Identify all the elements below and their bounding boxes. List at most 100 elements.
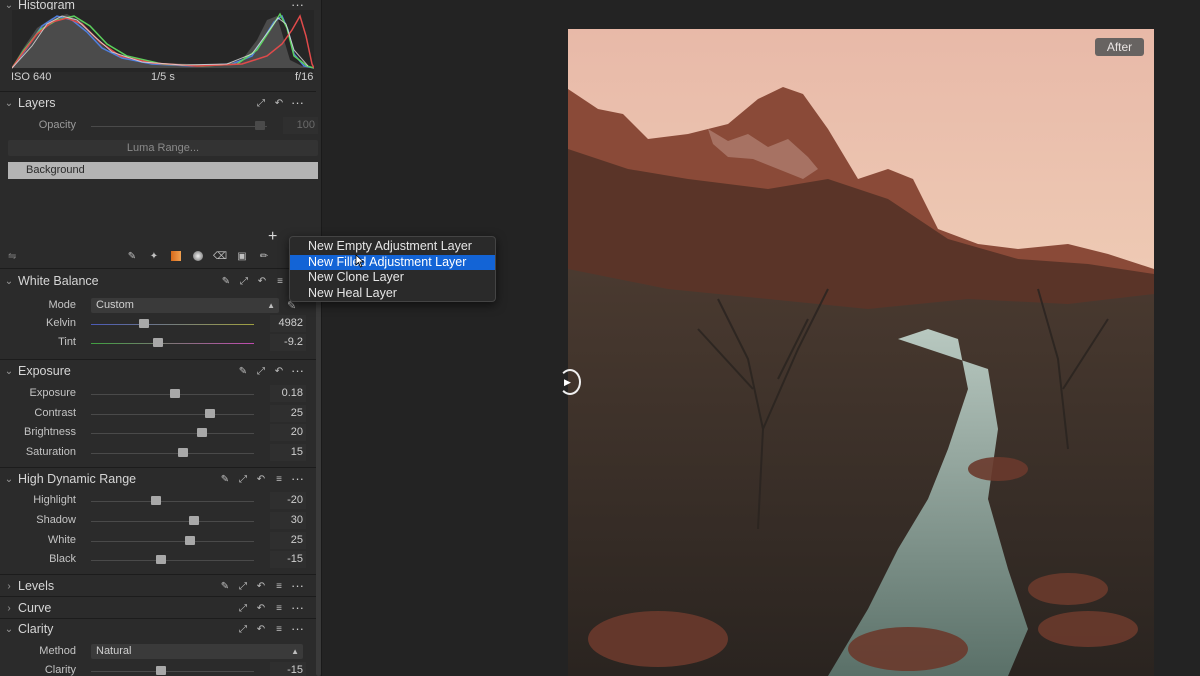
contrast-slider[interactable]	[91, 414, 254, 415]
eraser-icon[interactable]: ⌫	[213, 250, 227, 262]
menu-item-new-clone-layer[interactable]: New Clone Layer	[290, 270, 495, 286]
clarity-header[interactable]: ⌄ Clarity ⤢ ↶ ≡ ···	[0, 618, 316, 640]
tint-thumb[interactable]	[153, 338, 163, 347]
shadow-value[interactable]: 30	[270, 512, 306, 529]
brightness-slider[interactable]	[91, 433, 254, 434]
pencil-icon[interactable]: ✎	[237, 365, 249, 377]
eyedropper-icon[interactable]: ✎	[220, 275, 232, 287]
curve-header[interactable]: › Curve ⤢ ↶ ≡ ···	[0, 597, 316, 619]
copy-apply-icon[interactable]: ⤢	[238, 275, 250, 287]
opacity-value[interactable]: 100	[283, 117, 318, 134]
more-dots-icon[interactable]: ···	[291, 0, 304, 11]
chevron-right-icon[interactable]: ›	[0, 581, 18, 592]
linear-gradient-icon[interactable]	[170, 250, 182, 262]
highlight-slider[interactable]	[91, 501, 254, 502]
white-value[interactable]: 25	[270, 532, 306, 549]
tint-value[interactable]: -9.2	[270, 334, 306, 351]
copy-apply-icon[interactable]: ⤢	[237, 623, 249, 635]
highlight-value[interactable]: -20	[270, 492, 306, 509]
black-thumb[interactable]	[156, 555, 166, 564]
layer-background[interactable]: Background	[8, 162, 318, 179]
chevron-down-icon[interactable]: ⌄	[0, 366, 18, 377]
clarity-slider[interactable]	[91, 671, 254, 672]
after-badge[interactable]: After	[1095, 38, 1144, 56]
panel-scrollbar[interactable]	[316, 270, 321, 676]
tint-slider[interactable]	[91, 343, 254, 344]
reset-icon[interactable]: ↶	[256, 275, 268, 287]
stamp-icon[interactable]: ▣	[236, 250, 248, 262]
copy-apply-icon[interactable]: ⤢	[255, 365, 267, 377]
highlight-thumb[interactable]	[151, 496, 161, 505]
copy-apply-icon[interactable]: ⤢	[237, 602, 249, 614]
reset-icon[interactable]: ↶	[255, 473, 267, 485]
more-dots-icon[interactable]: ···	[291, 622, 304, 635]
more-dots-icon[interactable]: ···	[291, 96, 304, 109]
exposure-header[interactable]: ⌄ Exposure ✎ ⤢ ↶ ···	[0, 360, 316, 382]
presets-icon[interactable]: ≡	[274, 275, 286, 287]
contrast-thumb[interactable]	[205, 409, 215, 418]
reset-icon[interactable]: ↶	[273, 365, 285, 377]
pencil-icon[interactable]: ✎	[219, 473, 231, 485]
menu-item-new-empty-adjustment-layer[interactable]: New Empty Adjustment Layer	[290, 239, 495, 255]
saturation-thumb[interactable]	[178, 448, 188, 457]
more-dots-icon[interactable]: ···	[291, 579, 304, 592]
exposure-value[interactable]: 0.18	[270, 385, 306, 402]
saturation-slider[interactable]	[91, 453, 254, 454]
menu-item-new-filled-adjustment-layer[interactable]: New Filled Adjustment Layer	[290, 254, 495, 270]
hdr-header[interactable]: ⌄ High Dynamic Range ✎ ⤢ ↶ ≡ ···	[0, 468, 316, 490]
chevron-down-icon[interactable]: ⌄	[0, 98, 18, 109]
menu-item-new-heal-layer[interactable]: New Heal Layer	[290, 286, 495, 302]
reset-icon[interactable]: ↶	[255, 580, 267, 592]
kelvin-thumb[interactable]	[139, 319, 149, 328]
luma-range-button[interactable]: Luma Range...	[8, 140, 318, 156]
presets-icon[interactable]: ≡	[273, 623, 285, 635]
opacity-thumb[interactable]	[255, 121, 265, 130]
kelvin-value[interactable]: 4982	[270, 315, 306, 332]
black-slider[interactable]	[91, 560, 254, 561]
white-balance-header[interactable]: ⌄ White Balance ✎ ⤢ ↶ ≡	[0, 270, 316, 292]
more-dots-icon[interactable]: ···	[291, 472, 304, 485]
radial-gradient-icon[interactable]	[192, 250, 204, 262]
brightness-thumb[interactable]	[197, 428, 207, 437]
white-thumb[interactable]	[185, 536, 195, 545]
wb-mode-select[interactable]: Custom ▲	[91, 298, 279, 313]
levels-header[interactable]: › Levels ✎ ⤢ ↶ ≡ ···	[0, 575, 316, 597]
contrast-value[interactable]: 25	[270, 405, 306, 422]
add-layer-plus-icon[interactable]: +	[268, 228, 277, 246]
chevron-right-icon[interactable]: ›	[0, 603, 18, 614]
chevron-down-icon[interactable]: ⌄	[0, 0, 18, 11]
chevron-down-icon[interactable]: ⌄	[0, 624, 18, 635]
copy-apply-icon[interactable]: ⤢	[255, 97, 267, 109]
shadow-thumb[interactable]	[189, 516, 199, 525]
presets-icon[interactable]: ≡	[273, 602, 285, 614]
kelvin-slider[interactable]	[91, 324, 254, 325]
chevron-down-icon[interactable]: ⌄	[0, 474, 18, 485]
copy-apply-icon[interactable]: ⤢	[237, 473, 249, 485]
opacity-slider[interactable]	[91, 126, 267, 127]
exposure-thumb[interactable]	[170, 389, 180, 398]
presets-icon[interactable]: ≡	[273, 473, 285, 485]
pencil-icon[interactable]: ✏	[258, 250, 270, 262]
saturation-value[interactable]: 15	[270, 444, 306, 461]
clarity-value[interactable]: -15	[270, 662, 306, 676]
copy-apply-icon[interactable]: ⤢	[237, 580, 249, 592]
layer-options-icon[interactable]: ⇋	[8, 248, 16, 264]
brush-icon[interactable]: ✎	[126, 250, 138, 262]
presets-icon[interactable]: ≡	[273, 580, 285, 592]
clarity-thumb[interactable]	[156, 666, 166, 675]
reset-icon[interactable]: ↶	[255, 602, 267, 614]
magic-brush-icon[interactable]: ✦	[148, 250, 160, 262]
clarity-method-select[interactable]: Natural ▲	[91, 644, 303, 659]
photo-preview[interactable]	[568, 29, 1154, 676]
black-value[interactable]: -15	[270, 551, 306, 568]
compare-split-handle[interactable]: ▶	[559, 369, 581, 395]
more-dots-icon[interactable]: ···	[291, 601, 304, 614]
chevron-down-icon[interactable]: ⌄	[0, 276, 18, 287]
layers-header[interactable]: ⌄ Layers ⤢ ↶ ···	[0, 92, 316, 114]
white-slider[interactable]	[91, 541, 254, 542]
reset-icon[interactable]: ↶	[255, 623, 267, 635]
shadow-slider[interactable]	[91, 521, 254, 522]
reset-icon[interactable]: ↶	[273, 97, 285, 109]
more-dots-icon[interactable]: ···	[291, 364, 304, 377]
pencil-icon[interactable]: ✎	[219, 580, 231, 592]
